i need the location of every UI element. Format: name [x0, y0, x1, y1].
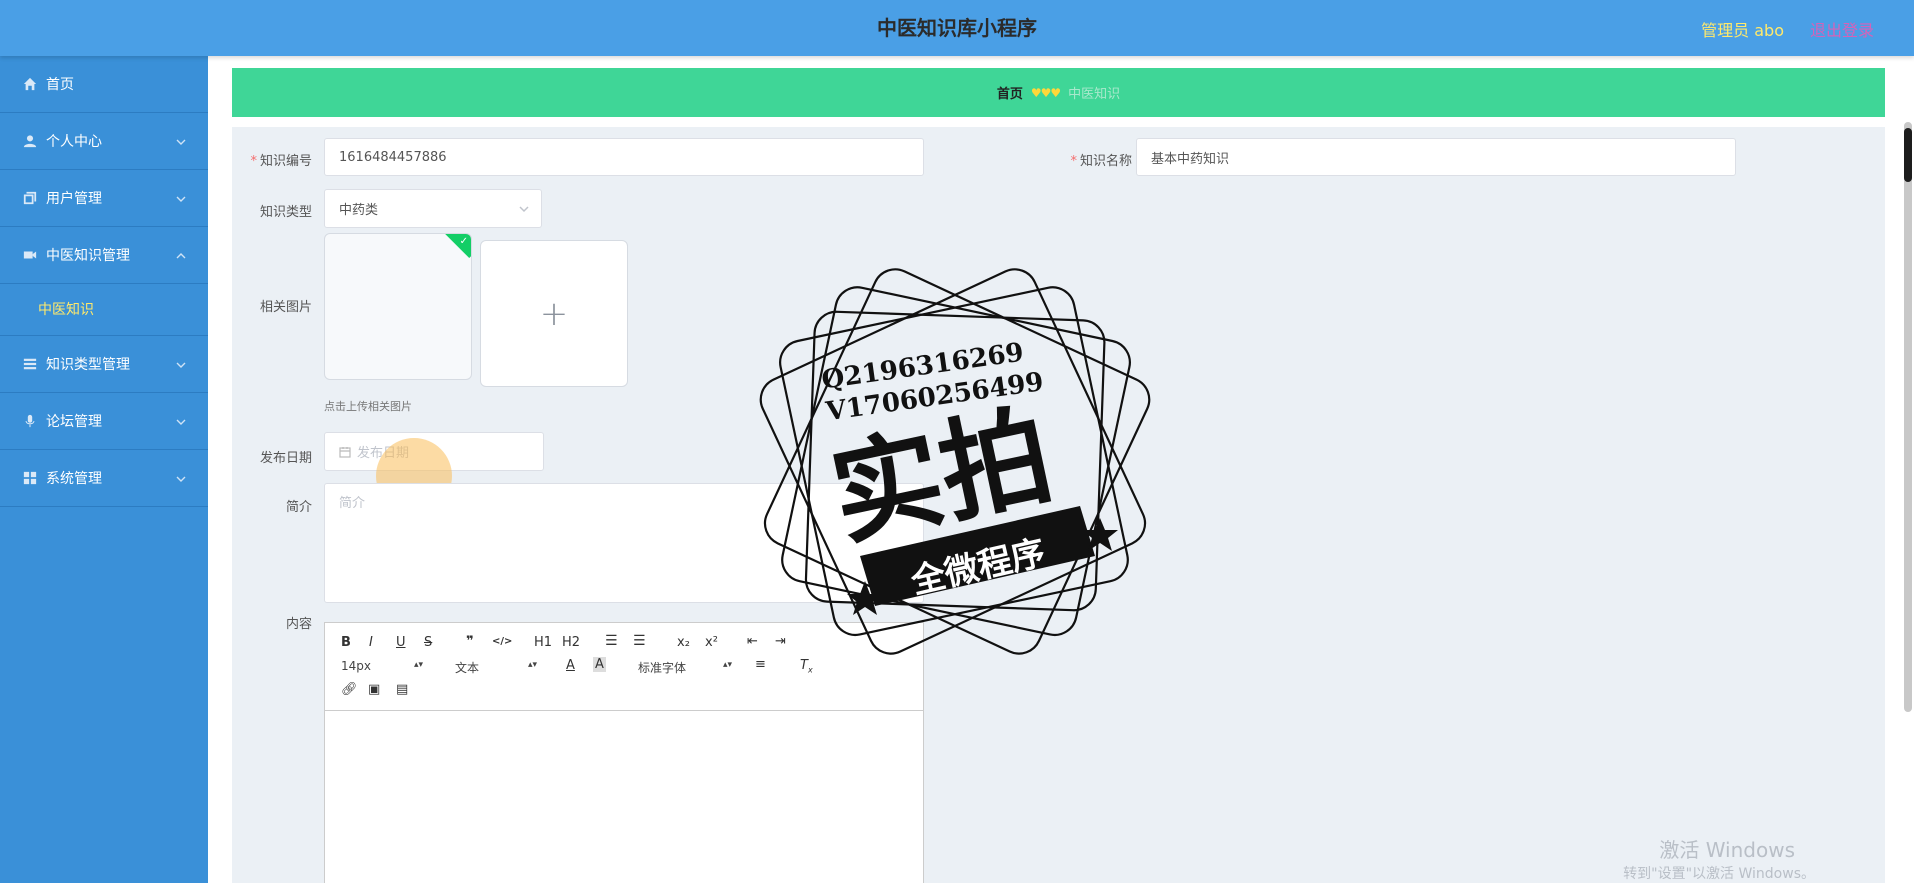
upload-hint: 点击上传相关图片: [324, 400, 412, 413]
knowledge-code-input[interactable]: 1616484457886: [324, 138, 924, 176]
strike-button[interactable]: S: [424, 635, 432, 650]
scrollbar-thumb[interactable]: [1904, 128, 1912, 182]
breadcrumb-home-link[interactable]: 首页: [997, 83, 1023, 102]
header2-button[interactable]: H2: [562, 635, 580, 650]
logout-link[interactable]: 退出登录: [1810, 17, 1874, 41]
chevron-down-icon: [176, 472, 188, 484]
knowledge-type-select[interactable]: 中药类: [324, 189, 542, 228]
sidebar-item-knowledge-type-management[interactable]: 知识类型管理: [0, 336, 208, 393]
check-icon: ✓: [459, 236, 468, 247]
bold-button[interactable]: B: [341, 635, 351, 650]
uploaded-image-thumbnail[interactable]: ✓: [324, 233, 472, 380]
subscript-button[interactable]: x₂: [677, 635, 690, 650]
sidebar: 首页 个人中心 用户管理 中医知识管理 中医知识 知识类型管理 论坛管理 系统管…: [0, 56, 208, 883]
upload-add-button[interactable]: +: [480, 240, 628, 387]
intro-label: 简介: [285, 500, 312, 515]
user-icon: [22, 133, 38, 149]
grid-icon: [22, 470, 38, 486]
underline-button[interactable]: U: [396, 635, 406, 650]
app-title: 中医知识库小程序: [877, 16, 1037, 40]
code-block-button[interactable]: </>: [492, 636, 512, 647]
home-icon: [22, 76, 38, 92]
video-icon: [22, 247, 38, 263]
top-header: 中医知识库小程序 管理员 abo 退出登录: [0, 0, 1914, 56]
calendar-icon: [339, 446, 351, 458]
copy-icon: [22, 190, 38, 206]
bullet-list-icon[interactable]: ☰: [633, 633, 646, 649]
italic-button[interactable]: I: [369, 635, 373, 650]
header1-button[interactable]: H1: [534, 635, 552, 650]
select-arrow-icon: ▴▾: [527, 660, 537, 670]
sidebar-item-label: 用户管理: [46, 191, 102, 207]
sidebar-item-system-management[interactable]: 系统管理: [0, 450, 208, 507]
link-icon[interactable]: 🔗︎: [341, 682, 358, 697]
text-style-select[interactable]: 文本 ▴▾: [455, 659, 537, 676]
name-label: * 知识名称: [1070, 154, 1132, 169]
watermark-stamp: Q2196316269 V17060256499 实拍 全微程序: [759, 268, 1151, 655]
select-arrow-icon: ▴▾: [413, 660, 423, 670]
windows-activation-title: 激活 Windows: [1659, 838, 1795, 862]
sidebar-item-label: 知识类型管理: [46, 357, 130, 373]
page-scrollbar[interactable]: [1904, 122, 1912, 712]
breadcrumb-current: 中医知识: [1068, 87, 1121, 102]
sidebar-item-user-management[interactable]: 用户管理: [0, 170, 208, 227]
sidebar-item-label: 系统管理: [46, 471, 102, 487]
type-label: 知识类型: [259, 205, 312, 220]
chevron-up-icon: [176, 249, 188, 261]
code-label: * 知识编号: [250, 154, 312, 169]
type-selected-value: 中药类: [339, 203, 379, 218]
blockquote-button[interactable]: ❞: [466, 634, 474, 649]
sidebar-item-label: 首页: [46, 77, 74, 93]
menu-icon: [22, 356, 38, 372]
sidebar-item-home[interactable]: 首页: [0, 56, 208, 113]
font-family-select[interactable]: 标准字体 ▴▾: [638, 659, 732, 676]
video-icon[interactable]: ▤: [396, 682, 408, 697]
content-label: 内容: [285, 617, 312, 632]
chevron-down-icon: [176, 415, 188, 427]
admin-user-label[interactable]: 管理员 abo: [1701, 17, 1784, 41]
windows-activation-subtitle: 转到"设置"以激活 Windows。: [1623, 866, 1815, 882]
font-color-icon[interactable]: A: [566, 658, 575, 673]
sidebar-item-label: 中医知识管理: [46, 248, 130, 264]
knowledge-name-input[interactable]: 基本中药知识: [1136, 138, 1736, 176]
sidebar-item-label: 论坛管理: [46, 414, 102, 430]
breadcrumb-separator-icon: ♥♥♥: [1030, 85, 1061, 100]
chevron-down-icon: [176, 192, 188, 204]
font-size-select[interactable]: 14px ▴▾: [341, 659, 423, 673]
sidebar-item-forum-management[interactable]: 论坛管理: [0, 393, 208, 450]
microphone-icon: [22, 413, 38, 429]
sidebar-item-tcm-knowledge-management[interactable]: 中医知识管理: [0, 227, 208, 284]
image-icon[interactable]: ▣: [368, 682, 380, 697]
plus-icon: +: [539, 293, 569, 334]
background-color-icon[interactable]: A: [593, 657, 606, 672]
image-label: 相关图片: [259, 300, 312, 315]
chevron-down-icon: [519, 203, 529, 213]
chevron-down-icon: [176, 358, 188, 370]
sidebar-item-label: 个人中心: [46, 134, 102, 150]
sidebar-subitem-tcm-knowledge[interactable]: 中医知识: [0, 284, 208, 336]
breadcrumb: 首页 ♥♥♥ 中医知识: [232, 68, 1885, 117]
sidebar-item-personal-center[interactable]: 个人中心: [0, 113, 208, 170]
superscript-button[interactable]: x²: [705, 635, 718, 650]
select-arrow-icon: ▴▾: [722, 660, 732, 670]
ordered-list-icon[interactable]: ☰: [605, 633, 618, 649]
chevron-down-icon: [176, 135, 188, 147]
date-label: 发布日期: [259, 451, 312, 466]
